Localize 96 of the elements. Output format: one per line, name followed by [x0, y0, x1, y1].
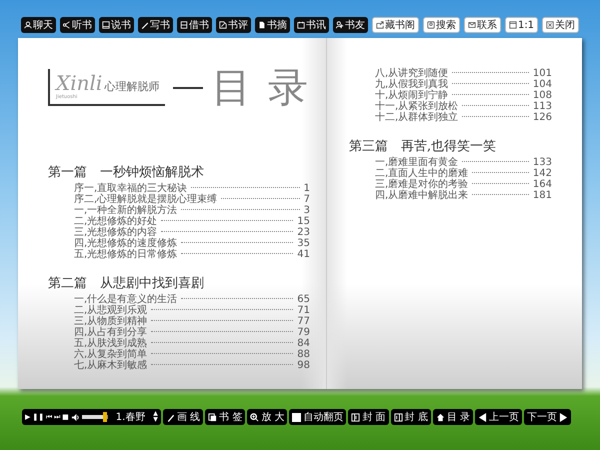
page-number: 133: [532, 157, 552, 168]
page-number: 113: [532, 101, 552, 112]
toolbar-button[interactable]: 上一页: [475, 409, 522, 425]
part-heading: 第一篇 一秒钟烦恼解脱术: [48, 164, 205, 181]
toc-entry-link[interactable]: 三,磨难是对你的考验: [375, 179, 468, 190]
page-number: 3: [304, 205, 310, 216]
toolbar-button[interactable]: 联系: [464, 17, 501, 33]
mail-icon: [468, 21, 476, 29]
toolbar-button[interactable]: 目 录: [432, 409, 474, 425]
page-number: 35: [297, 238, 310, 249]
toc-entry-link[interactable]: 八,从讲究到随便: [375, 68, 448, 79]
page-number: 104: [532, 79, 552, 90]
toolbar-button[interactable]: 借书: [176, 17, 212, 33]
toc-entry-link[interactable]: 二,从悲观到乐观: [74, 305, 148, 316]
person-icon: [24, 21, 32, 29]
toc-entry-link[interactable]: 三,从物质到精神: [74, 316, 148, 327]
page-number: 71: [297, 305, 310, 316]
toolbar-button[interactable]: 下一页: [524, 409, 572, 425]
part-heading: 第三篇 再苦,也得笑一笑: [349, 138, 498, 155]
toc-entry-link[interactable]: 五,光想修炼的日常修炼: [74, 249, 178, 260]
toolbar-button[interactable]: 封 面: [348, 409, 389, 425]
page-number: 126: [532, 112, 552, 123]
document-icon: [218, 21, 227, 29]
toolbar-button[interactable]: 关闭: [542, 17, 580, 33]
toolbar-button[interactable]: 书摘: [254, 17, 290, 33]
toc-entry-link[interactable]: 五,从肤浅到成熟: [74, 338, 148, 349]
toolbar-button[interactable]: 书评: [216, 17, 251, 33]
toc-entry-link[interactable]: 四,从磨难中解脱出来: [375, 190, 468, 201]
page-number: 7: [304, 194, 310, 205]
toolbar-button[interactable]: 说书: [98, 17, 134, 33]
people-icon: [336, 21, 344, 29]
toc-entry-link[interactable]: 序二,心理解脱就是摆脱心理束缚: [74, 194, 218, 205]
page-number: 108: [532, 90, 552, 101]
toc-entry-link[interactable]: 四,从占有到分享: [74, 327, 148, 338]
toolbar-button[interactable]: 搜索: [422, 17, 460, 33]
page-number: 15: [297, 216, 310, 227]
page-number: 65: [297, 294, 310, 305]
page-number: 41: [297, 249, 310, 260]
calendar-icon: [296, 21, 305, 29]
toc-entry-link[interactable]: 四,光想修炼的速度修炼: [74, 238, 178, 249]
toolbar-button[interactable]: 聊天: [20, 17, 56, 33]
page-number: 142: [532, 168, 552, 179]
toolbar-button[interactable]: 自动翻页: [289, 409, 346, 425]
close-icon: [546, 21, 554, 29]
page-number: 79: [297, 327, 310, 338]
toolbar-button[interactable]: 封 底: [390, 409, 431, 425]
page-number: 181: [532, 190, 552, 201]
page-icon: [258, 21, 266, 29]
toc-entry-link[interactable]: 三,光想修炼的内容: [74, 227, 158, 238]
toolbar-button[interactable]: 书友: [332, 17, 368, 33]
share-icon: [376, 21, 384, 29]
toc-entry-link[interactable]: 二,光想修炼的好处: [74, 216, 158, 227]
page-number: 23: [297, 227, 310, 238]
checkbox-icon: [292, 412, 302, 422]
track-name: 1.春野: [116, 411, 146, 424]
toolbar-button[interactable]: 放 大: [247, 409, 288, 425]
triangle-icon: [478, 412, 488, 422]
toc-entry-link[interactable]: 十,从烦闹到宁静: [375, 90, 448, 101]
page-number: 1: [304, 183, 310, 194]
part-heading: 第二篇 从悲剧中找到喜剧: [48, 275, 205, 292]
triangle-icon: [559, 412, 568, 422]
toolbar-button[interactable]: 听书: [60, 17, 95, 33]
page-number: 84: [297, 338, 310, 349]
toolbar-button[interactable]: 1:1: [504, 17, 538, 33]
toc-entry-link[interactable]: 一,一种全新的解脱方法: [74, 205, 178, 216]
toc-entry-link[interactable]: 十一,从紧张到放松: [375, 101, 458, 112]
toc-entry-link[interactable]: 九,从假我到真我: [375, 79, 448, 90]
toc-entry-link[interactable]: 序一,直取幸福的三大秘诀: [74, 183, 188, 194]
home-icon: [436, 412, 445, 422]
window-icon: [508, 21, 517, 29]
screen-icon: [102, 21, 110, 29]
toc-entry-link[interactable]: 六,从复杂到简单: [74, 349, 148, 360]
page-number: 164: [532, 179, 552, 190]
zoom-in-icon: [250, 412, 260, 422]
toc-entry-link[interactable]: 二,直面人生中的磨难: [375, 168, 468, 179]
share-icon: [62, 21, 71, 29]
toolbar-button[interactable]: 画 线: [162, 409, 204, 425]
toc-entry-link[interactable]: 七,从麻木到敏感: [74, 360, 148, 371]
toolbar-button[interactable]: 藏书阁: [372, 17, 419, 33]
logo-latin-text: Xinli: [56, 73, 102, 93]
toolbar-button[interactable]: 书讯: [294, 17, 329, 33]
toc-entry-link[interactable]: 一,什么是有意义的生活: [74, 294, 178, 305]
pencil-icon: [140, 21, 149, 29]
logo-title: 心理解脱师: [104, 79, 160, 94]
page-number: 98: [297, 360, 310, 371]
speaker-icon[interactable]: [70, 412, 80, 422]
contents-heading: 目 录: [211, 64, 310, 113]
toc-entry-link[interactable]: 十二,从群体到独立: [375, 112, 458, 123]
pencil-icon: [166, 412, 175, 422]
toolbar-button[interactable]: 写书: [138, 17, 173, 33]
toolbar-button[interactable]: 书 签: [205, 409, 246, 425]
page-number: 77: [297, 316, 310, 327]
toc-entry-link[interactable]: 一,磨难里面有黄金: [375, 157, 458, 168]
slider-thumb[interactable]: [103, 412, 108, 422]
page-number: 88: [297, 349, 310, 360]
page-number: 101: [532, 68, 552, 79]
